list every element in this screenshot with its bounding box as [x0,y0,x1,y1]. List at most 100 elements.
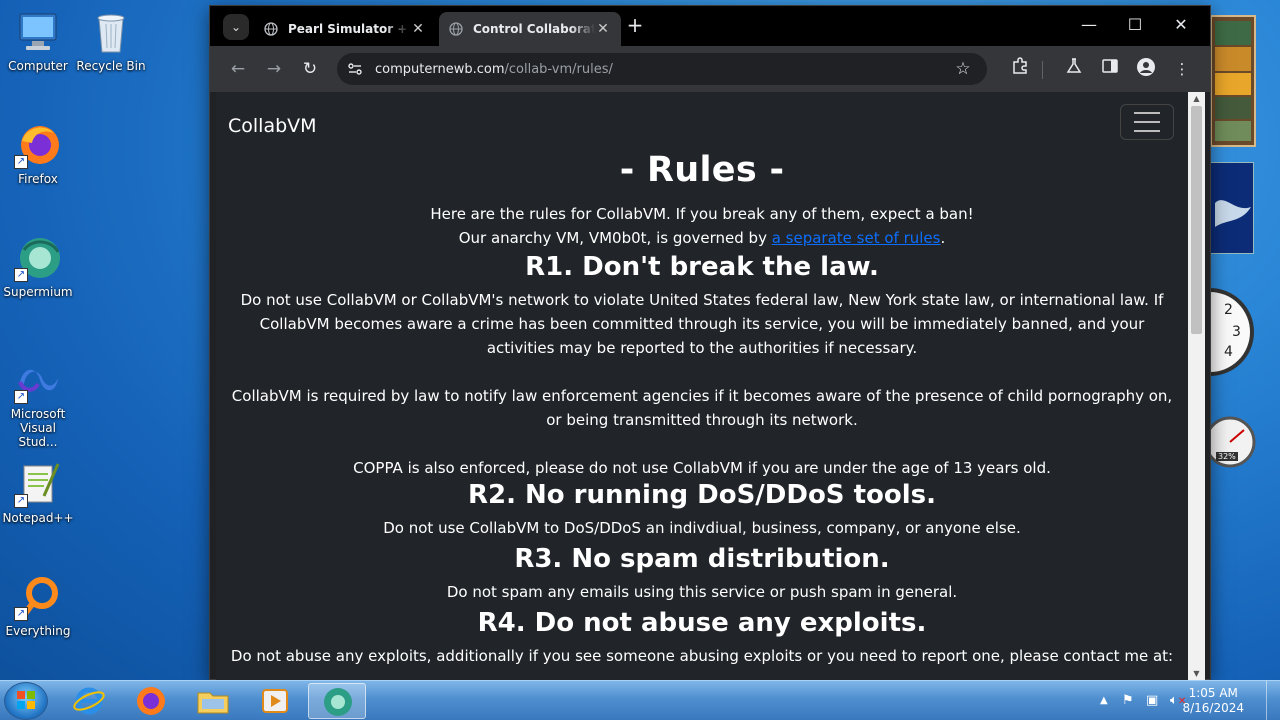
labs-flask-icon[interactable] [1062,57,1086,81]
tab-close-icon[interactable]: ✕ [410,21,426,37]
tab-strip: ⌄ Pearl Simulator + Wi ✕ Control Collabo… [210,6,1210,46]
desktop-icon-notepad-plus-plus[interactable]: ↗ Notepad++ [0,460,76,525]
page-scrollbar[interactable]: ▲ ▼ [1188,92,1205,680]
page-content: CollabVM - Rules - Here are the rules fo… [216,92,1188,680]
rule-title: R1. Don't break the law. [525,252,879,282]
arrow-left-icon: ← [230,59,246,79]
intro-anarchy-text: Our anarchy VM, VM0b0t, is governed by a… [216,226,1188,250]
desktop-icon-visual-studio[interactable]: ↗ Microsoft Visual Stud... [0,356,76,449]
action-center-flag-icon[interactable]: ⚑ [1122,693,1134,708]
desktop-icon-computer[interactable]: Computer [0,8,76,73]
clock-number: 3 [1232,324,1241,340]
show-desktop-button[interactable] [1266,681,1280,720]
intro-anarchy-post: . [940,229,946,247]
rule-text: COPPA is also enforced, please do not us… [353,459,1051,477]
rule-text: Do not use CollabVM to DoS/DDoS an indiv… [383,519,1021,537]
back-button[interactable]: ← [226,57,250,81]
taskbar-media-player[interactable] [246,683,304,719]
everything-search-icon: ↗ [14,573,62,621]
url-path: /collab-vm/rules/ [504,61,613,77]
photo-gadget[interactable] [1210,162,1254,254]
extensions-icon[interactable] [1008,57,1032,81]
close-window-button[interactable]: ✕ [1159,12,1203,38]
taskbar: ▲ ⚑ ▣ 🔈︎✕ 1:05 AM 8/16/2024 [0,680,1280,720]
windows-logo-icon [17,691,35,709]
tab-search-button[interactable]: ⌄ [223,14,249,40]
taskbar-firefox[interactable] [122,683,180,719]
shortcut-arrow-icon: ↗ [14,390,28,404]
desktop-icon-label: Firefox [18,172,58,186]
rules-content: - Rules - Here are the rules for CollabV… [216,150,1188,668]
desktop-icon-label: Microsoft Visual Stud... [10,407,66,449]
scrollbar-thumb[interactable] [1191,106,1202,334]
navbar-toggler-button[interactable] [1120,104,1174,140]
network-icon[interactable]: ▣ [1146,693,1158,708]
menu-kebab-icon[interactable]: ⋮ [1170,57,1194,81]
maximize-button[interactable]: ☐ [1113,12,1157,38]
computer-icon [14,8,62,56]
rule-text: CollabVM is required by law to notify la… [231,387,1173,429]
notepad-plus-plus-icon: ↗ [14,460,62,508]
tab-pearl-simulator[interactable]: Pearl Simulator + Wi ✕ [254,12,436,46]
show-hidden-icons-icon[interactable]: ▲ [1100,695,1108,706]
taskbar-supermium[interactable] [308,683,366,719]
supermium-icon: ↗ [14,234,62,282]
side-panel-icon[interactable] [1098,57,1122,81]
start-button[interactable] [4,682,48,720]
visual-studio-icon: ↗ [14,356,62,404]
internet-explorer-icon [73,687,105,715]
bookmark-star-icon[interactable]: ☆ [953,59,973,79]
media-player-icon [262,689,288,713]
forward-button[interactable]: → [262,57,286,81]
rule-text: Do not abuse any exploits, additionally … [230,647,1174,665]
scroll-up-arrow-icon[interactable]: ▲ [1188,94,1205,103]
folder-icon [197,692,229,714]
separate-rules-link[interactable]: a separate set of rules [772,229,941,247]
shortcut-arrow-icon: ↗ [14,494,28,508]
desktop-icon-firefox[interactable]: ↗ Firefox [0,121,76,186]
scroll-down-arrow-icon[interactable]: ▼ [1188,669,1205,678]
clock-date: 8/16/2024 [1182,701,1244,715]
url-text: computernewb.com/collab-vm/rules/ [375,62,613,77]
taskbar-file-explorer[interactable] [184,683,242,719]
globe-icon [449,22,463,36]
desktop-icon-label: Supermium [3,285,73,299]
recycle-bin-icon [87,8,135,56]
rule-title: R4. Do not abuse any exploits. [477,608,927,638]
toolbar-divider [1042,61,1043,79]
close-icon: ✕ [1174,15,1188,34]
reload-button[interactable]: ↻ [298,57,322,81]
cpu-meter-value: 32% [1216,452,1238,461]
clock-time: 1:05 AM [1188,686,1238,700]
desktop-icon-label: Computer [8,59,68,73]
supermium-icon [324,688,352,716]
desktop-icon-everything[interactable]: ↗ Everything [0,573,76,638]
desktop-icon-label: Everything [5,624,71,638]
firefox-icon [137,687,165,715]
arrow-right-icon: → [266,59,282,79]
site-settings-icon[interactable] [347,61,363,77]
hamburger-icon-bar [1134,112,1160,114]
taskbar-clock[interactable]: 1:05 AM 8/16/2024 [1182,686,1244,716]
globe-icon [264,22,278,36]
shortcut-arrow-icon: ↗ [14,268,28,282]
page-title: - Rules - [619,150,785,190]
address-bar[interactable]: computernewb.com/collab-vm/rules/ ☆ [337,53,987,85]
navbar-brand[interactable]: CollabVM [228,115,317,137]
desktop-icon-supermium[interactable]: ↗ Supermium [0,234,76,299]
tab-close-icon[interactable]: ✕ [595,21,611,37]
desktop-icon-recycle-bin[interactable]: Recycle Bin [73,8,149,73]
slideshow-gadget[interactable] [1210,15,1256,147]
new-tab-button[interactable]: + [623,14,647,38]
minimize-button[interactable]: — [1067,12,1111,38]
plus-icon: + [626,13,644,37]
cpu-meter-gadget: 32% [1204,410,1256,470]
chevron-down-icon: ⌄ [230,20,242,34]
minimize-icon: — [1081,15,1097,34]
tab-control-collaborative[interactable]: Control Collaborative ✕ [439,12,621,46]
browser-window: ⌄ Pearl Simulator + Wi ✕ Control Collabo… [209,5,1211,680]
taskbar-internet-explorer[interactable] [60,683,118,719]
intro-text: Here are the rules for CollabVM. If you … [430,205,974,223]
rule-title: R3. No spam distribution. [514,544,890,574]
profile-avatar-icon[interactable] [1134,57,1158,81]
